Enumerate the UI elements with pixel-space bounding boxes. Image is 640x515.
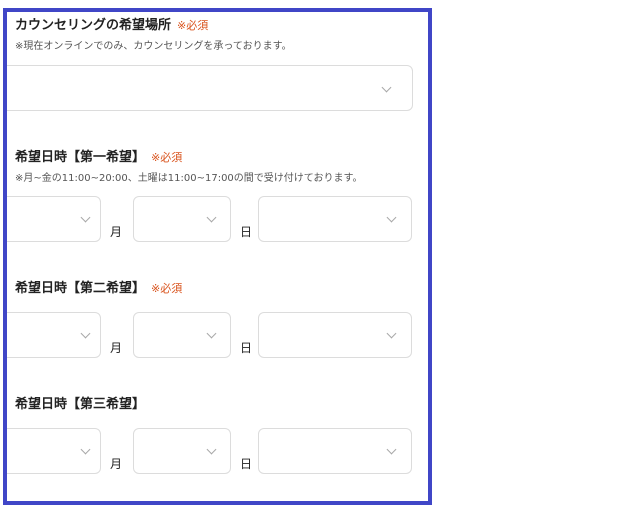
first-choice-day-select[interactable] [133,196,231,242]
first-choice-note: ※月~金の11:00~20:00、土曜は11:00~17:00の間で受け付けてお… [15,173,363,184]
third-choice-month-unit: 月 [110,457,123,471]
location-required-badge: ※必須 [177,19,209,32]
location-label: カウンセリングの希望場所 [15,18,172,33]
second-choice-required-badge: ※必須 [151,282,183,295]
third-choice-month-select[interactable] [7,428,101,474]
second-choice-day-unit: 日 [240,341,253,355]
form-frame: カウンセリングの希望場所 ※必須 ※現在オンラインでのみ、カウンセリングを承ってお… [3,8,432,505]
location-title: カウンセリングの希望場所 ※必須 [15,18,208,34]
first-choice-label: 希望日時【第一希望】 [15,150,146,165]
chevron-down-icon [80,328,91,339]
chevron-down-icon [80,444,91,455]
third-choice-day-unit: 日 [240,457,253,471]
chevron-down-icon [386,212,397,223]
first-choice-month-select[interactable] [7,196,101,242]
first-choice-day-unit: 日 [240,225,253,239]
third-choice-day-select[interactable] [133,428,231,474]
second-choice-day-select[interactable] [133,312,231,358]
second-choice-month-select[interactable] [7,312,101,358]
chevron-down-icon [206,444,217,455]
location-select[interactable] [7,65,413,111]
first-choice-month-unit: 月 [110,225,123,239]
chevron-down-icon [386,328,397,339]
second-choice-month-unit: 月 [110,341,123,355]
chevron-down-icon [386,444,397,455]
third-choice-label: 希望日時【第三希望】 [15,397,146,412]
first-choice-required-badge: ※必須 [151,151,183,164]
first-choice-title: 希望日時【第一希望】 ※必須 [15,150,182,166]
third-choice-title: 希望日時【第三希望】 [15,397,145,413]
third-choice-time-select[interactable] [258,428,412,474]
second-choice-title: 希望日時【第二希望】 ※必須 [15,281,182,297]
chevron-down-icon [206,328,217,339]
second-choice-label: 希望日時【第二希望】 [15,281,146,296]
chevron-down-icon [381,82,392,93]
location-note: ※現在オンラインでのみ、カウンセリングを承っております。 [15,41,292,52]
second-choice-time-select[interactable] [258,312,412,358]
chevron-down-icon [80,212,91,223]
chevron-down-icon [206,212,217,223]
first-choice-time-select[interactable] [258,196,412,242]
